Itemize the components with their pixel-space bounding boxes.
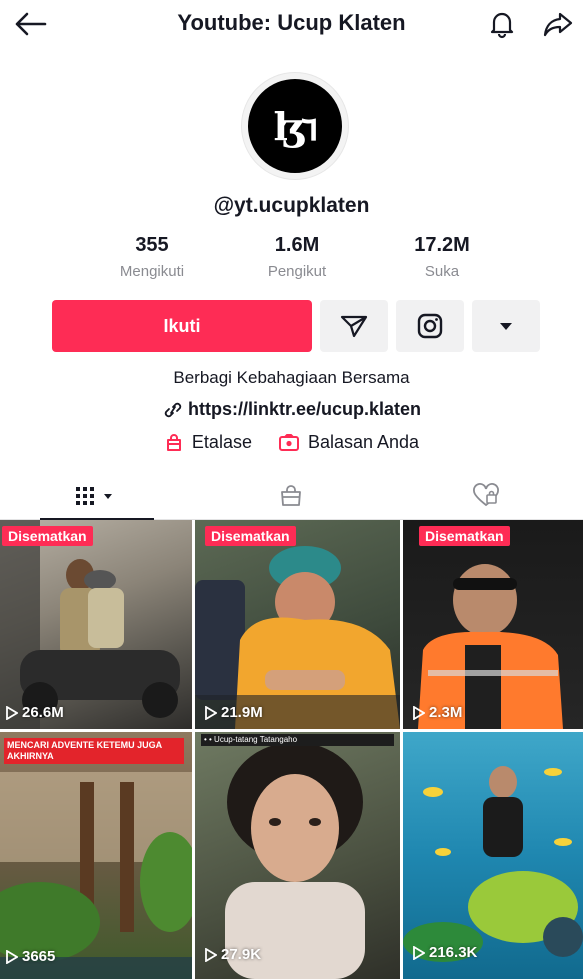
likes-stat[interactable]: 17.2M Suka <box>382 234 502 290</box>
back-button[interactable] <box>10 6 50 42</box>
share-button[interactable] <box>538 6 578 42</box>
profile-actions: Ikuti <box>52 300 544 352</box>
showcase-label: Etalase <box>191 432 252 452</box>
view-count: 3665 <box>6 948 55 965</box>
view-count: 2.3M <box>413 704 462 721</box>
send-message-icon <box>340 315 368 338</box>
video-grid: Disematkan 26.6M Disematkan 21.9M Disema… <box>0 520 583 979</box>
more-options-button[interactable] <box>472 300 540 352</box>
follow-button[interactable]: Ikuti <box>52 300 312 352</box>
play-icon <box>413 705 425 720</box>
followers-stat[interactable]: 1.6M Pengikut <box>237 234 357 290</box>
showcase-link[interactable]: Etalase <box>164 432 252 453</box>
top-bar: Youtube: Ucup Klaten <box>0 0 583 48</box>
username-handle: @yt.ucupklaten <box>213 194 370 217</box>
video-thumbnail <box>225 742 365 979</box>
avatar-container: ɮꭋ <box>225 70 365 182</box>
video-caption: MENCARI ADVENTE KETEMU JUGA AKHIRNYA <box>4 738 184 764</box>
tab-videos[interactable] <box>0 472 194 520</box>
link-icon <box>164 402 182 417</box>
video-thumbnail <box>195 546 400 729</box>
pinned-badge: Disematkan <box>419 526 510 546</box>
profile-link-text: https://linktr.ee/ucup.klaten <box>187 399 422 419</box>
video-tile[interactable]: • • Ucup-tatang Tatangaho 27.9K <box>195 732 400 979</box>
profile-bio: Berbagi Kebahagiaan Bersama <box>173 368 410 387</box>
instagram-icon <box>417 313 443 339</box>
likes-label: Suka <box>424 263 460 280</box>
profile-link[interactable]: https://linktr.ee/ucup.klaten <box>0 399 583 420</box>
instagram-button[interactable] <box>396 300 464 352</box>
replies-link[interactable]: Balasan Anda <box>278 432 419 453</box>
view-count-text: 2.3M <box>429 704 463 721</box>
play-icon <box>205 705 217 720</box>
view-count: 216.3K <box>413 944 477 961</box>
liked-heart-icon <box>472 482 499 506</box>
video-reply-icon <box>278 433 299 451</box>
video-tile[interactable]: 216.3K <box>403 732 583 979</box>
tab-liked[interactable] <box>389 472 583 519</box>
following-label: Mengikuti <box>119 263 185 280</box>
view-count: 27.9K <box>205 946 261 963</box>
play-icon <box>6 949 18 964</box>
view-count-text: 3665 <box>22 948 56 965</box>
share-icon <box>543 12 573 37</box>
following-count: 355 <box>135 234 169 256</box>
video-tile[interactable]: Disematkan 2.3M <box>403 520 583 729</box>
profile-stats: 355 Mengikuti 1.6M Pengikut 17.2M Suka <box>92 234 502 290</box>
avatar-logo-text: ɮꭋ <box>273 104 319 149</box>
view-count: 21.9M <box>205 704 263 721</box>
video-tile[interactable]: Disematkan 21.9M <box>195 520 400 729</box>
video-tile[interactable]: Disematkan 26.6M <box>0 520 192 729</box>
followers-count: 1.6M <box>274 234 320 256</box>
play-icon <box>413 945 425 960</box>
video-thumbnail <box>0 520 180 729</box>
arrow-left-icon <box>15 12 47 36</box>
shopping-bag-icon <box>166 433 181 451</box>
video-thumbnail <box>418 564 563 729</box>
view-count-text: 26.6M <box>22 704 64 721</box>
profile-tabs <box>0 472 583 520</box>
view-count-text: 21.9M <box>221 704 263 721</box>
video-thumbnail <box>0 772 192 979</box>
video-thumbnail <box>403 766 583 962</box>
likes-count: 17.2M <box>414 234 470 256</box>
play-icon <box>205 947 217 962</box>
play-icon <box>6 705 18 720</box>
message-button[interactable] <box>320 300 388 352</box>
following-stat[interactable]: 355 Mengikuti <box>92 234 212 290</box>
avatar[interactable]: ɮꭋ <box>242 73 348 179</box>
grid-icon <box>76 486 113 505</box>
shopping-bag-icon <box>281 484 302 506</box>
pinned-badge: Disematkan <box>205 526 296 546</box>
caret-down-icon <box>500 323 512 330</box>
view-count: 26.6M <box>6 704 64 721</box>
video-caption: • • Ucup-tatang Tatangaho <box>201 734 394 746</box>
replies-label: Balasan Anda <box>307 432 420 452</box>
pinned-badge: Disematkan <box>2 526 93 546</box>
view-count-text: 27.9K <box>221 946 262 963</box>
notification-bell-button[interactable] <box>482 6 522 42</box>
bell-icon <box>490 12 514 39</box>
followers-label: Pengikut <box>267 263 327 280</box>
tab-shop[interactable] <box>194 472 388 519</box>
profile-extra-links: Etalase Balasan Anda <box>0 432 583 453</box>
view-count-text: 216.3K <box>429 944 478 961</box>
video-tile[interactable]: MENCARI ADVENTE KETEMU JUGA AKHIRNYA 366… <box>0 732 192 979</box>
